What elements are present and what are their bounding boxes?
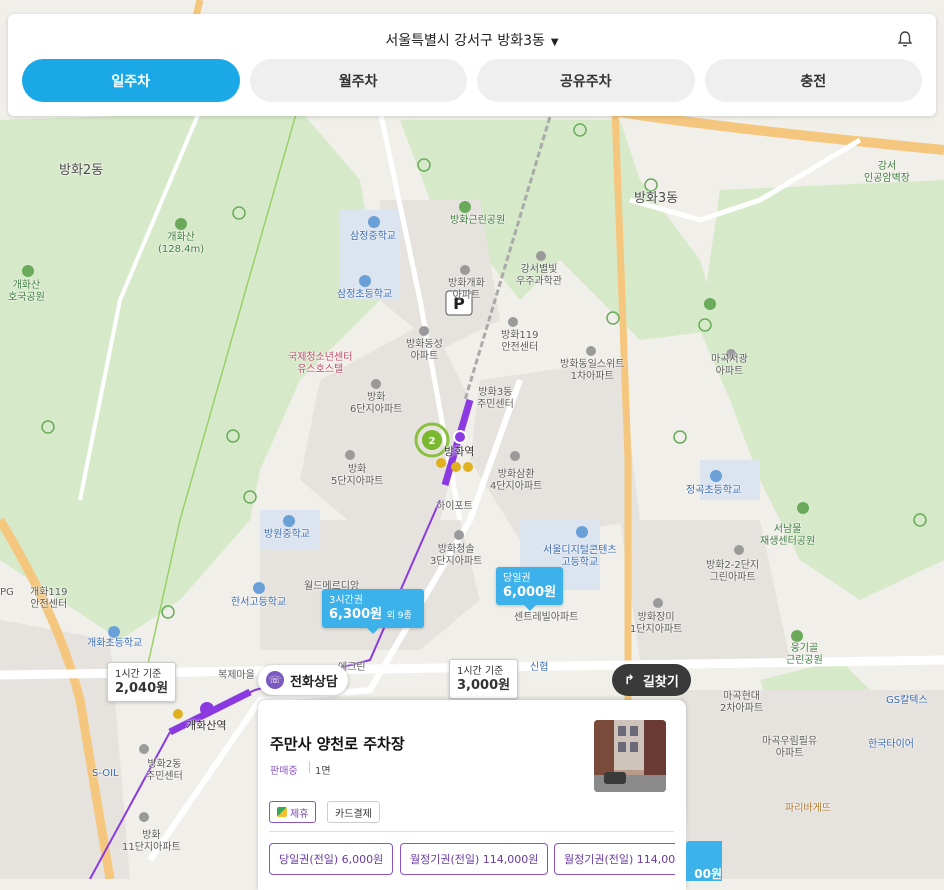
label-ungol: 웅기골 근린공원 bbox=[786, 643, 823, 666]
label-hankook-tire: 한국타이어 bbox=[868, 739, 914, 750]
label-banghwa-gaehwa: 방화개화 아파트 bbox=[448, 278, 485, 301]
parking-lot-title: 주만사 양천로 주차장 bbox=[270, 735, 405, 753]
directions-label: 길찾기 bbox=[642, 674, 679, 690]
space-count: 1면 bbox=[315, 766, 331, 777]
label-seoul-digital: 서울디지털콘텐츠 고등학교 bbox=[543, 545, 617, 568]
phone-consult-label: 전화상담 bbox=[290, 674, 338, 690]
ticket-daily[interactable]: 당일권(전일) 6,000원 bbox=[269, 843, 394, 875]
label-paris: 파리바게뜨 bbox=[785, 803, 831, 814]
label-hanseo: 한서고등학교 bbox=[231, 597, 287, 608]
label-magok-seoraeng: 마곡서광 아파트 bbox=[711, 354, 748, 377]
label-youth-center: 국제청소년센터 유스호스텔 bbox=[288, 352, 353, 375]
label-banghwa-samhwan: 방화삼환 4단지아파트 bbox=[490, 469, 543, 492]
directions-button[interactable]: ↱ 길찾기 bbox=[612, 664, 691, 696]
parking-lot-card[interactable]: 주만사 양천로 주차장 판매중 1면 제휴 카드결제 당일권(전일) 6,000… bbox=[258, 700, 686, 890]
exit-badge-gaehwasan bbox=[173, 709, 183, 719]
header-card: 서울특별시 강서구 방화3동 ▼ 일주차 월주차 공유주차 충전 bbox=[8, 14, 936, 116]
label-gaehwasan: 개화산 (128.4m) bbox=[158, 232, 205, 255]
exit-badge-3 bbox=[436, 458, 446, 468]
label-gaehwasan-park: 개화산 호국공원 bbox=[8, 280, 45, 303]
label-banghwa11: 방화 11단지아파트 bbox=[122, 830, 181, 853]
location-text: 서울특별시 강서구 방화3동 bbox=[385, 33, 545, 49]
exit-badge-1 bbox=[463, 462, 473, 472]
label-banghwa2-center: 방화2동 주민센터 bbox=[146, 759, 183, 782]
station-dot bbox=[453, 430, 467, 444]
price-extra: 외 9종 bbox=[386, 611, 412, 621]
label-gangseo-byeol: 강서별빛 우주과학관 bbox=[516, 264, 562, 287]
price-value: 2,040원 bbox=[115, 681, 169, 696]
parking-lot-photo[interactable] bbox=[594, 720, 666, 792]
label-jeonggok-elem: 정곡초등학교 bbox=[686, 485, 742, 496]
divider bbox=[309, 761, 310, 773]
label-seoul-recycle: 서남물 재생센터공원 bbox=[760, 524, 816, 547]
label-bokjaemaeul: 복제마을 bbox=[218, 670, 255, 681]
tab-bar: 일주차 월주차 공유주차 충전 bbox=[22, 59, 922, 102]
label-sinhyeon: 신협 bbox=[530, 662, 549, 673]
turn-right-icon: ↱ bbox=[624, 672, 635, 688]
tab-monthly[interactable]: 월주차 bbox=[249, 59, 467, 102]
label-banghwa6: 방화 6단지아파트 bbox=[350, 392, 403, 415]
label-banghwa-station: 방화역 bbox=[444, 445, 475, 458]
label-samjeong-mid: 삼정중학교 bbox=[350, 231, 396, 242]
label-banghwa3-center: 방화3동 주민센터 bbox=[477, 387, 514, 410]
price-marker-4[interactable]: 1시간 기준 3,000원 bbox=[449, 659, 519, 699]
partner-badge: 제휴 bbox=[269, 801, 317, 823]
ticket-monthly[interactable]: 월정기권(전일) 114,000원 bbox=[400, 843, 549, 875]
label-banghwa5: 방화 5단지아파트 bbox=[331, 464, 384, 487]
price-caption: 1시간 기준 bbox=[115, 669, 162, 680]
price-value: 6,000원 bbox=[503, 585, 557, 600]
phone-consult-button[interactable]: ☏ 전화상담 bbox=[258, 665, 348, 695]
label-banghwa-mid: 방원중학교 bbox=[264, 529, 310, 540]
price-value: 3,000원 bbox=[457, 678, 511, 693]
label-gaehwasan-station: 개화산역 bbox=[186, 719, 227, 732]
price-caption: 당일권 bbox=[503, 573, 531, 584]
divider bbox=[269, 831, 674, 832]
tab-daily[interactable]: 일주차 bbox=[22, 59, 240, 102]
label-pg: PG bbox=[0, 587, 14, 598]
label-banghwa3: 방화3동 bbox=[634, 191, 679, 206]
price-caption: 3시간권 bbox=[329, 595, 363, 606]
bell-icon[interactable] bbox=[896, 30, 914, 48]
label-samjeong-elem: 삼정초등학교 bbox=[337, 289, 393, 300]
price-marker-2[interactable]: 3시간권 6,300원 외 9종 bbox=[322, 589, 424, 634]
label-hipot: 하이포트 bbox=[436, 501, 473, 512]
partner-icon bbox=[277, 807, 287, 817]
label-magok-uirim: 마곡우림필유 아파트 bbox=[762, 736, 818, 759]
price-marker-1[interactable]: 1시간 기준 2,040원 bbox=[107, 662, 177, 702]
label-banghwa-jangmi: 방화장미 1단지아파트 bbox=[630, 612, 683, 635]
label-banghwa2-2: 방화2-2단지 그린아파트 bbox=[706, 560, 760, 583]
label-banghwa-park: 방화근린공원 bbox=[450, 215, 506, 226]
exit-badge-2 bbox=[451, 462, 461, 472]
sale-status: 판매중 bbox=[270, 766, 298, 777]
tab-charging[interactable]: 충전 bbox=[704, 59, 922, 102]
label-magok-hyundai: 마곡현대 2차아파트 bbox=[720, 691, 764, 714]
ticket-monthly-2[interactable]: 월정기권(전일) 114,000원 bbox=[554, 843, 675, 875]
label-banghwa-dongseong: 방화동성 아파트 bbox=[406, 339, 443, 362]
label-gaehwa-elem: 개화초등학교 bbox=[87, 638, 143, 649]
tab-shared[interactable]: 공유주차 bbox=[477, 59, 695, 102]
label-gaehwa119: 개화119 안전센터 bbox=[30, 587, 68, 610]
price-caption: 1시간 기준 bbox=[457, 666, 504, 677]
label-banghwa-dongil: 방화동일스위트 1차아파트 bbox=[560, 359, 625, 382]
ticket-list[interactable]: 당일권(전일) 6,000원 월정기권(전일) 114,000원 월정기권(전일… bbox=[269, 843, 675, 877]
price-marker-partial[interactable]: 00원 bbox=[686, 841, 722, 881]
svg-text:2: 2 bbox=[429, 436, 436, 447]
label-banghwa-119: 방화119 안전센터 bbox=[501, 330, 539, 353]
label-banghwa-cheongsol: 방화청솔 3단지아파트 bbox=[430, 544, 483, 567]
line5-badge bbox=[200, 702, 214, 716]
label-s-oil: S-OIL bbox=[92, 768, 119, 779]
price-marker-3[interactable]: 당일권 6,000원 bbox=[496, 567, 564, 611]
label-centrum: 센트레빌아파트 bbox=[514, 612, 579, 623]
location-selector[interactable]: 서울특별시 강서구 방화3동 ▼ bbox=[8, 30, 936, 50]
caret-down-icon: ▼ bbox=[550, 37, 559, 48]
price-value: 6,300원 외 9종 bbox=[329, 607, 412, 622]
label-banghwa2: 방화2동 bbox=[59, 163, 104, 178]
phone-icon: ☏ bbox=[266, 671, 284, 689]
card-payment-badge: 카드결제 bbox=[327, 801, 380, 823]
label-gs-caltex: GS칼텍스 bbox=[886, 695, 928, 706]
label-gangseo-stargazing: 강서 인공암벽장 bbox=[864, 161, 910, 184]
